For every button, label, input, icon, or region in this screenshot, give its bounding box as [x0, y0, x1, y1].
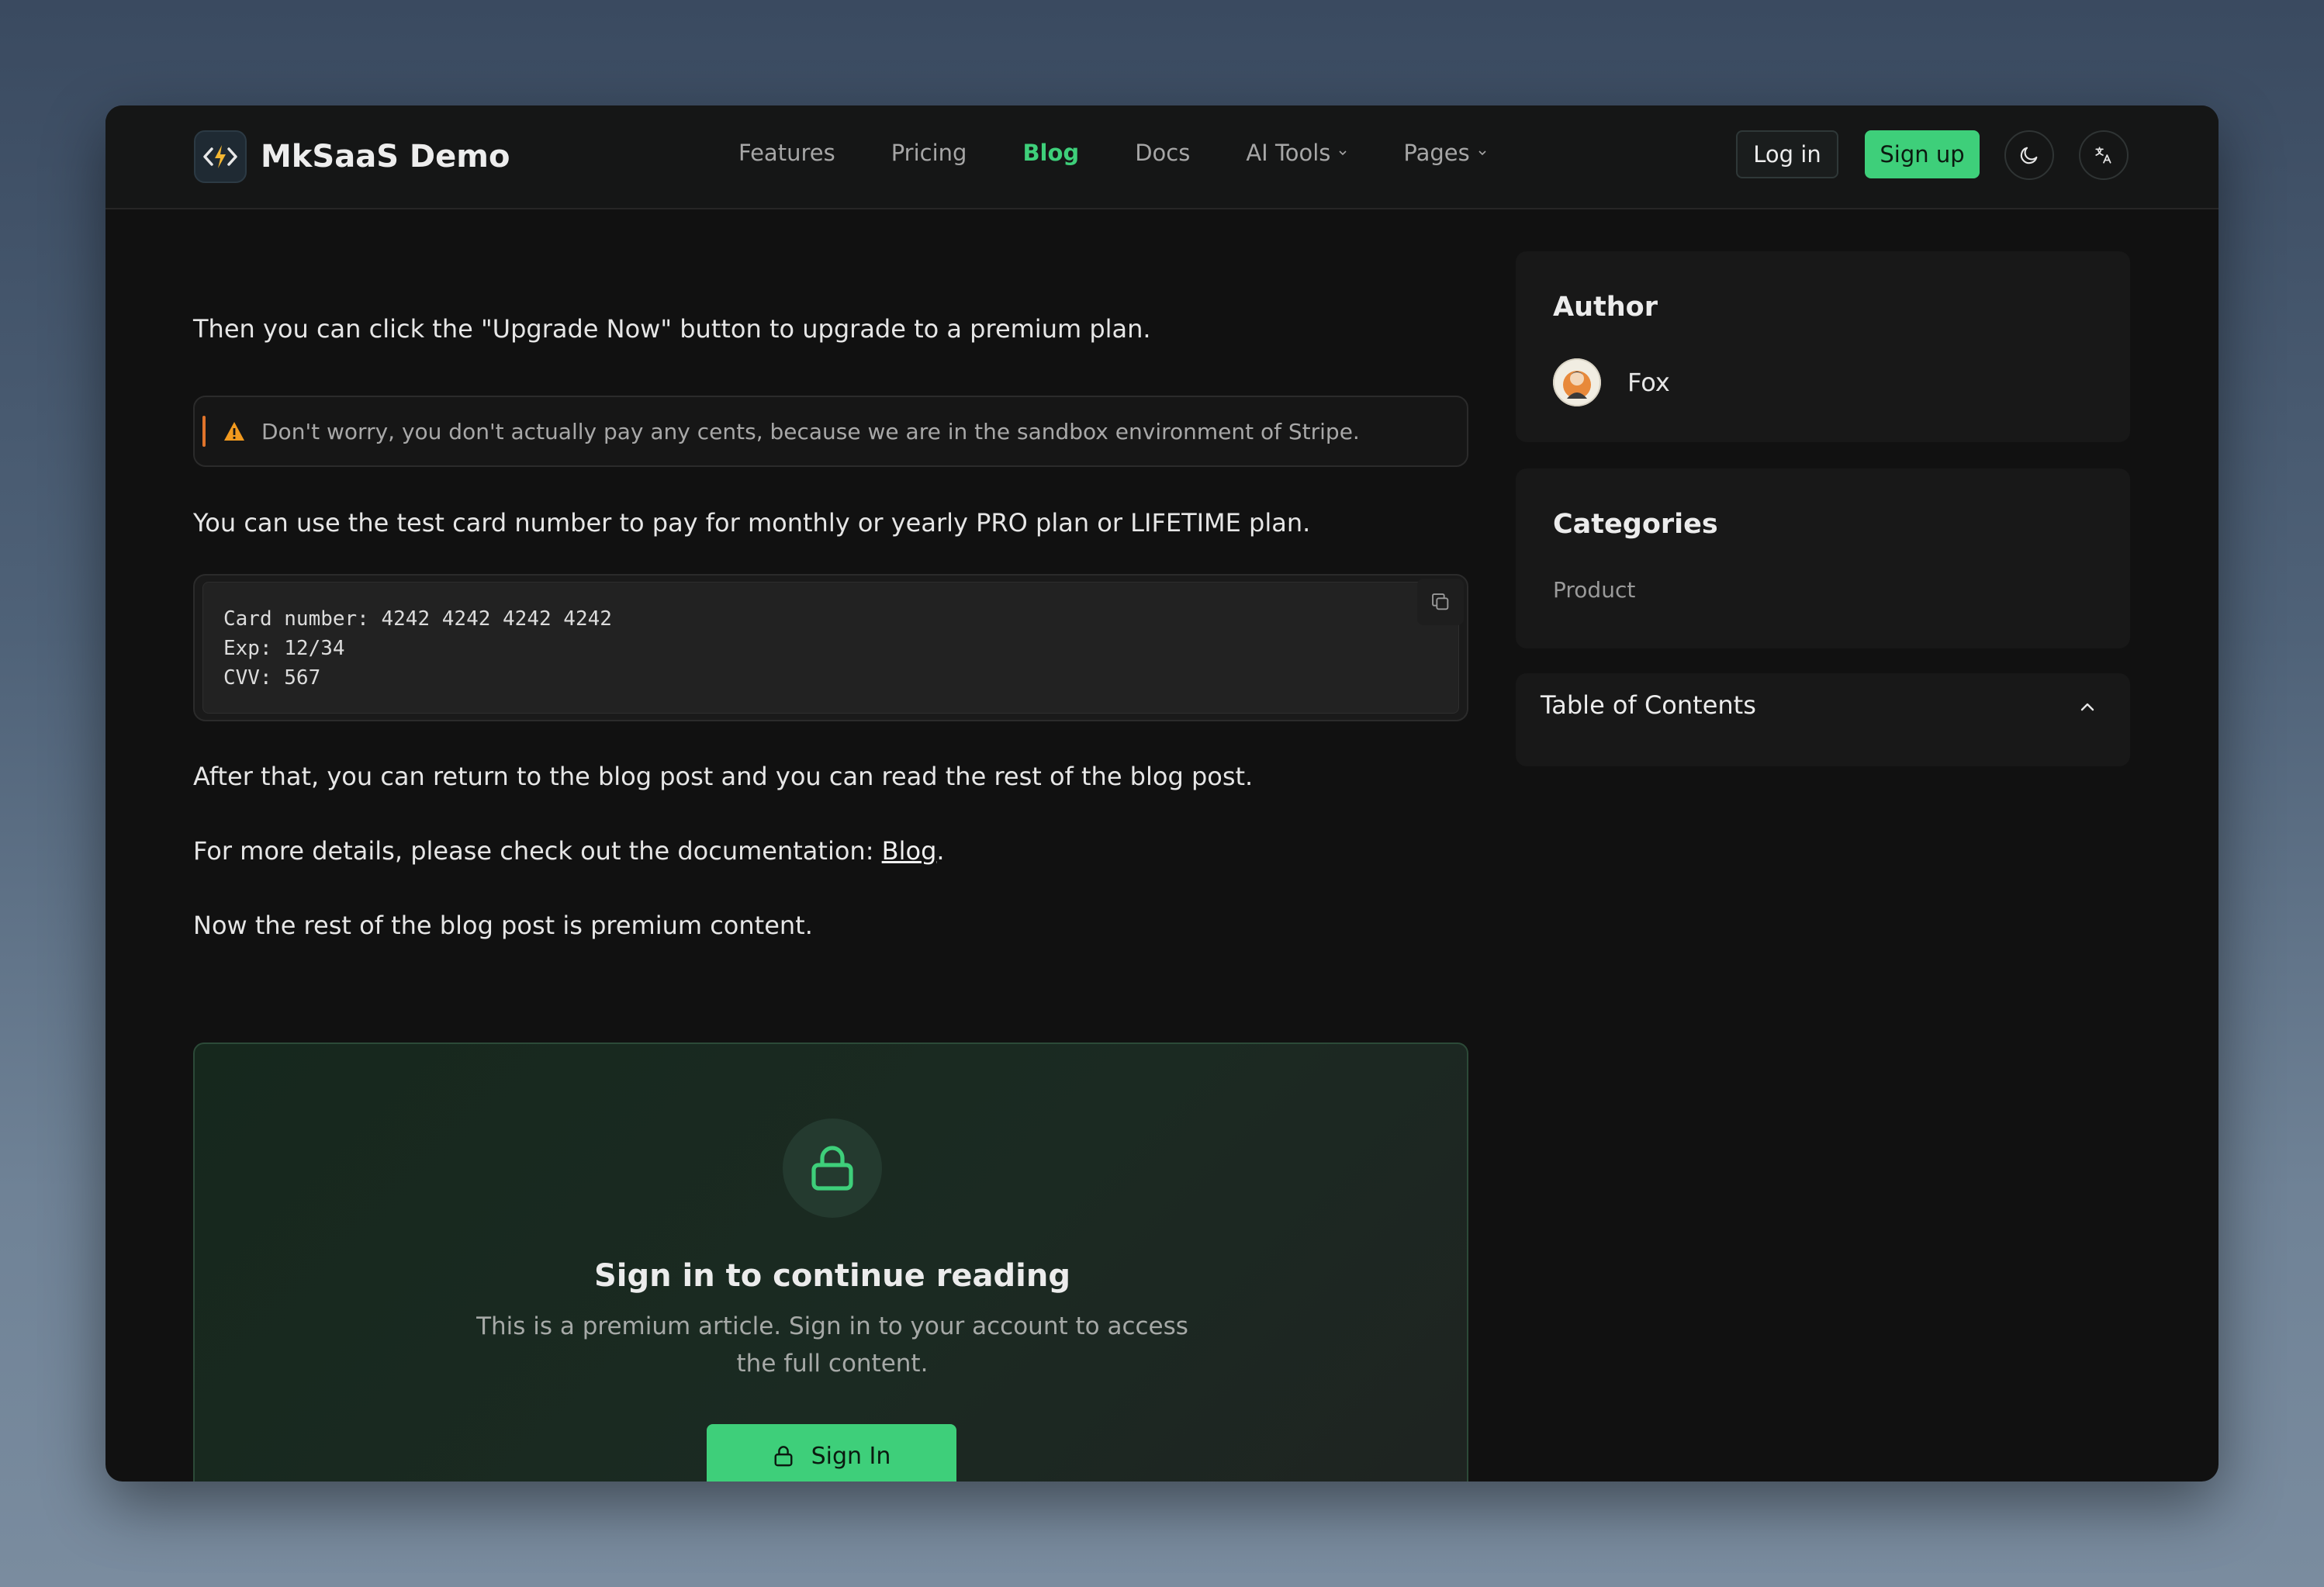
categories-card: Categories Product	[1516, 468, 2130, 648]
article-paragraph: Now the rest of the blog post is premium…	[193, 911, 813, 940]
toc-card[interactable]: Table of Contents	[1516, 673, 2130, 766]
premium-paywall: Sign in to continue reading This is a pr…	[193, 1042, 1468, 1482]
nav-link-label: Pages	[1403, 140, 1470, 166]
article-paragraph: After that, you can return to the blog p…	[193, 762, 1254, 791]
logo-icon	[194, 130, 247, 183]
language-button[interactable]	[2079, 130, 2129, 180]
nav-link-pages[interactable]: Pages	[1403, 140, 1486, 166]
author-heading: Author	[1553, 292, 1658, 323]
chevron-up-icon[interactable]	[2079, 701, 2096, 712]
login-button[interactable]: Log in	[1736, 130, 1838, 178]
avatar-image	[1553, 358, 1601, 406]
nav-link-label: Docs	[1135, 140, 1191, 166]
nav-link-ai-tools[interactable]: AI Tools	[1246, 140, 1347, 166]
warning-icon	[224, 422, 244, 441]
sign-in-button[interactable]: Sign In	[707, 1424, 956, 1482]
paywall-title: Sign in to continue reading	[593, 1258, 1070, 1294]
paragraph-text: .	[936, 836, 945, 866]
categories-heading: Categories	[1553, 509, 1718, 540]
lock-badge	[783, 1119, 882, 1218]
top-navbar: MkSaaS Demo Features Pricing Blog Docs A…	[105, 105, 2219, 209]
chevron-down-icon	[1478, 150, 1486, 156]
article-paragraph: You can use the test card number to pay …	[193, 508, 1311, 538]
category-link[interactable]: Product	[1553, 577, 1635, 603]
nav-link-features[interactable]: Features	[738, 140, 835, 166]
avatar[interactable]	[1553, 358, 1601, 406]
paywall-description: the full content.	[736, 1350, 929, 1378]
callout-accent-bar	[202, 416, 206, 447]
callout-text: Don't worry, you don't actually pay any …	[261, 418, 1360, 444]
copy-button[interactable]	[1417, 579, 1464, 625]
signup-button[interactable]: Sign up	[1865, 130, 1980, 178]
nav-link-label: Features	[738, 140, 835, 166]
nav-links: Features Pricing Blog Docs AI Tools Page…	[738, 140, 1543, 166]
blog-docs-link[interactable]: Blog	[882, 836, 937, 866]
warning-callout: Don't worry, you don't actually pay any …	[193, 396, 1468, 467]
nav-link-label: Pricing	[891, 140, 967, 166]
nav-link-blog[interactable]: Blog	[1022, 140, 1079, 166]
translate-icon	[2095, 147, 2111, 164]
paywall-description: This is a premium article. Sign in to yo…	[476, 1312, 1188, 1340]
theme-toggle-button[interactable]	[2004, 130, 2054, 180]
code-line: Exp: 12/34	[223, 637, 345, 660]
browser-window: MkSaaS Demo Features Pricing Blog Docs A…	[105, 105, 2219, 1482]
article-paragraph: For more details, please check out the d…	[193, 836, 945, 866]
code-block: Card number: 4242 4242 4242 4242 Exp: 12…	[193, 574, 1468, 721]
author-card: Author Fox	[1516, 251, 2130, 442]
copy-icon	[1432, 593, 1449, 610]
code-line: Card number: 4242 4242 4242 4242	[223, 607, 612, 631]
code-line: CVV: 567	[223, 666, 321, 690]
nav-link-label: Blog	[1022, 140, 1080, 166]
nav-link-label: AI Tools	[1246, 140, 1331, 166]
lock-icon	[811, 1146, 853, 1191]
chevron-down-icon	[1339, 150, 1347, 156]
code-area: Card number: 4242 4242 4242 4242 Exp: 12…	[202, 582, 1459, 714]
brand[interactable]: MkSaaS Demo	[194, 130, 510, 183]
brand-name: MkSaaS Demo	[261, 139, 510, 175]
moon-icon	[2020, 147, 2038, 164]
nav-link-pricing[interactable]: Pricing	[891, 140, 967, 166]
paragraph-text: For more details, please check out the d…	[193, 836, 882, 866]
sign-in-label: Sign In	[811, 1442, 891, 1470]
lock-icon	[774, 1446, 793, 1467]
author-name[interactable]: Fox	[1627, 368, 1670, 397]
nav-link-docs[interactable]: Docs	[1135, 140, 1190, 166]
article-paragraph: Then you can click the "Upgrade Now" but…	[193, 314, 1151, 344]
toc-heading: Table of Contents	[1541, 690, 1756, 720]
